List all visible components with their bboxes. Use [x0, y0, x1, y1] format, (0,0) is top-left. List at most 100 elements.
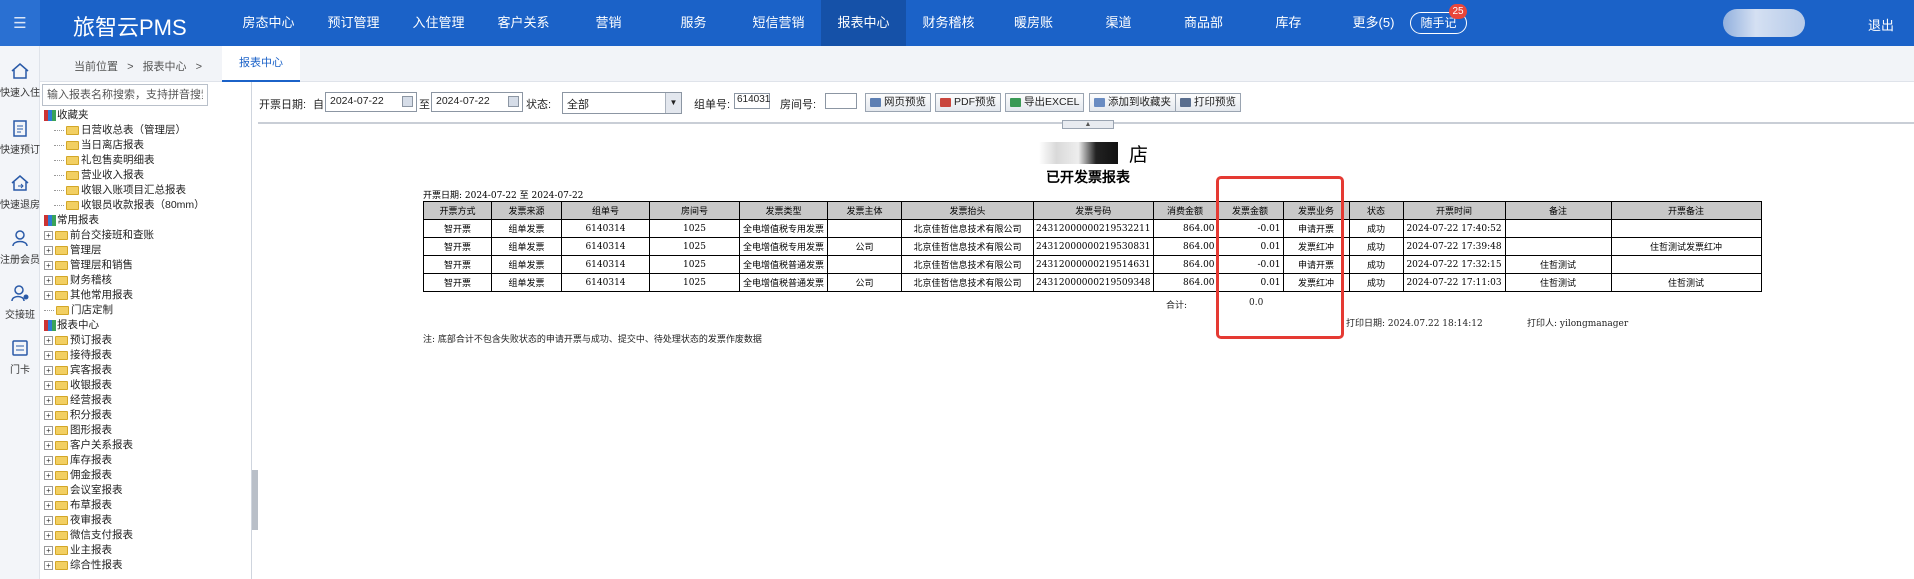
expand-icon[interactable]: + [44, 455, 53, 465]
tree-folder-node[interactable]: + 财务稽核 [44, 273, 205, 288]
nav-item[interactable]: 入住管理 [396, 0, 481, 46]
rail-shift-handover[interactable]: 交接班 [0, 284, 40, 321]
expand-icon[interactable]: + [44, 395, 53, 405]
tree-report-item[interactable]: 收银入账项目汇总报表 [44, 183, 205, 198]
nav-item[interactable]: 商品部 [1161, 0, 1246, 46]
rail-register-member[interactable]: 注册会员 [0, 229, 40, 266]
collapse-toolbar-handle[interactable]: ▲ [1062, 120, 1114, 129]
expand-icon[interactable]: + [44, 500, 53, 510]
nav-item[interactable]: 短信营销 [736, 0, 821, 46]
tree-folder-node[interactable]: + 布草报表 [44, 498, 205, 513]
rail-quick-checkout[interactable]: 快速退房 [0, 174, 40, 211]
expand-icon[interactable]: + [44, 380, 53, 390]
nav-item[interactable]: 暖房账 [991, 0, 1076, 46]
rail-quick-booking[interactable]: 快速预订 [0, 119, 40, 156]
tree-folder-node[interactable]: + 积分报表 [44, 408, 205, 423]
nav-item[interactable]: 财务稽核 [906, 0, 991, 46]
table-cell: 6140314 [561, 273, 650, 292]
expand-icon[interactable]: + [44, 245, 53, 255]
expand-icon[interactable]: + [44, 470, 53, 480]
nav-item[interactable]: 报表中心 [821, 0, 906, 46]
nav-item[interactable]: 客户关系 [481, 0, 566, 46]
tree-report-item[interactable]: 日营收总表（管理层） [44, 123, 205, 138]
date-from-input[interactable]: 2024-07-22 [325, 92, 417, 112]
calendar-icon[interactable] [402, 96, 413, 107]
room-number-input[interactable] [825, 93, 857, 109]
menu-icon[interactable]: ☰ [0, 0, 40, 46]
breadcrumb-item[interactable]: 报表中心 [143, 61, 187, 73]
tree-folder-node[interactable]: + 宾客报表 [44, 363, 205, 378]
nav-item[interactable]: 房态中心 [226, 0, 311, 46]
tree-folder-node[interactable]: + 前台交接班和查账 [44, 228, 205, 243]
tree-report-item[interactable]: 营业收入报表 [44, 168, 205, 183]
tree-folder-node[interactable]: + 收银报表 [44, 378, 205, 393]
status-select[interactable]: 全部 ▼ [562, 92, 682, 114]
print-preview-button[interactable]: 打印预览 [1175, 93, 1241, 112]
tree-folder-node[interactable]: + 夜审报表 [44, 513, 205, 528]
user-avatar[interactable] [1723, 9, 1805, 37]
expand-icon[interactable]: + [44, 545, 53, 555]
logout-link[interactable]: 退出 [1868, 15, 1894, 34]
tree-report-item[interactable]: 收银员收款报表（80mm） [44, 198, 205, 213]
tree-folder-node[interactable]: + 图形报表 [44, 423, 205, 438]
nav-item[interactable]: 营销 [566, 0, 651, 46]
tree-folder-node[interactable]: + 管理层 [44, 243, 205, 258]
nav-item[interactable]: 服务 [651, 0, 736, 46]
tree-folder-node[interactable]: + 客户关系报表 [44, 438, 205, 453]
tree-root-node[interactable]: 常用报表 [44, 213, 205, 228]
tree-root-node[interactable]: 收藏夹 [44, 108, 205, 123]
tree-folder-node[interactable]: + 佣金报表 [44, 468, 205, 483]
expand-icon[interactable]: + [44, 410, 53, 420]
tree-node-label: 收银报表 [70, 379, 112, 391]
web-preview-button[interactable]: 网页预览 [865, 93, 931, 112]
expand-icon[interactable]: + [44, 290, 53, 300]
expand-icon[interactable]: + [44, 260, 53, 270]
tree-report-item[interactable]: 礼包售卖明细表 [44, 153, 205, 168]
nav-item[interactable]: 渠道 [1076, 0, 1161, 46]
expand-icon[interactable]: + [44, 485, 53, 495]
report-search-input[interactable] [42, 84, 208, 106]
tree-folder-node[interactable]: 门店定制 [44, 303, 205, 318]
rail-quick-checkin[interactable]: 快速入住 [0, 62, 40, 99]
expand-icon[interactable]: + [44, 440, 53, 450]
nav-item[interactable]: 预订管理 [311, 0, 396, 46]
nav-item[interactable]: 库存 [1246, 0, 1331, 46]
expand-icon[interactable]: + [44, 335, 53, 345]
tree-folder-node[interactable]: + 综合性报表 [44, 558, 205, 573]
tree-report-item[interactable]: 当日离店报表 [44, 138, 205, 153]
tree-node-label: 收藏夹 [57, 109, 89, 121]
pdf-preview-button[interactable]: PDF预览 [935, 93, 1001, 112]
tree-node-label: 其他常用报表 [70, 289, 133, 301]
tab-report-center[interactable]: 报表中心 [222, 46, 300, 82]
expand-icon[interactable]: + [44, 530, 53, 540]
calendar-icon[interactable] [508, 96, 519, 107]
tree-folder-node[interactable]: + 管理层和销售 [44, 258, 205, 273]
expand-icon[interactable]: + [44, 425, 53, 435]
group-number-input[interactable]: 614031 [734, 93, 770, 109]
date-to-input[interactable]: 2024-07-22 [431, 92, 523, 112]
tree-folder-node[interactable]: + 库存报表 [44, 453, 205, 468]
tree-folder-node[interactable]: + 业主报表 [44, 543, 205, 558]
tree-folder-node[interactable]: + 接待报表 [44, 348, 205, 363]
expand-icon[interactable]: + [44, 350, 53, 360]
expand-icon[interactable]: + [44, 365, 53, 375]
expand-icon[interactable]: + [44, 275, 53, 285]
tree-folder-node[interactable]: + 其他常用报表 [44, 288, 205, 303]
table-row: 智开票 组单发票 6140314 1025 全电增值税专用发票 公司 北京佳哲信息技术有限公… [423, 237, 1762, 256]
expand-icon[interactable]: + [44, 515, 53, 525]
tree-root-node[interactable]: 报表中心 [44, 318, 205, 333]
add-favorite-button[interactable]: 添加到收藏夹 [1089, 93, 1176, 112]
tree-connector [54, 129, 64, 131]
expand-icon[interactable]: + [44, 560, 53, 570]
group-number-label: 组单号: [694, 99, 731, 111]
nav-item[interactable]: 更多(5) [1331, 0, 1416, 46]
tree-folder-node[interactable]: + 预订报表 [44, 333, 205, 348]
tree-folder-node[interactable]: + 会议室报表 [44, 483, 205, 498]
tree-folder-node[interactable]: + 经营报表 [44, 393, 205, 408]
tree-folder-node[interactable]: + 微信支付报表 [44, 528, 205, 543]
table-cell: 864.00 [1152, 273, 1218, 292]
expand-icon[interactable]: + [44, 230, 53, 240]
export-excel-button[interactable]: 导出EXCEL [1005, 93, 1085, 112]
pdf-preview-label: PDF预览 [954, 96, 996, 108]
rail-room-card[interactable]: 门卡 [0, 339, 40, 376]
